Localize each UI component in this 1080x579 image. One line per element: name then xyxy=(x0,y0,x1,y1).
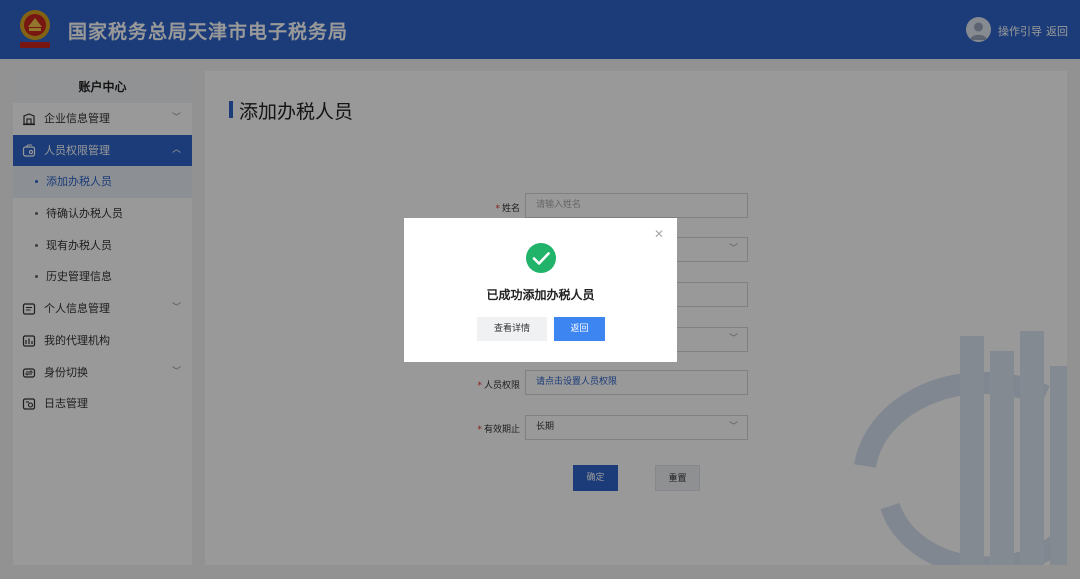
dialog-back-button[interactable]: 返回 xyxy=(554,317,605,341)
view-details-button[interactable]: 查看详情 xyxy=(477,317,547,341)
success-dialog: ✕ 已成功添加办税人员 查看详情 返回 xyxy=(404,218,677,362)
dialog-message: 已成功添加办税人员 xyxy=(486,288,595,302)
close-icon[interactable]: ✕ xyxy=(654,227,664,241)
success-check-icon xyxy=(526,243,556,273)
